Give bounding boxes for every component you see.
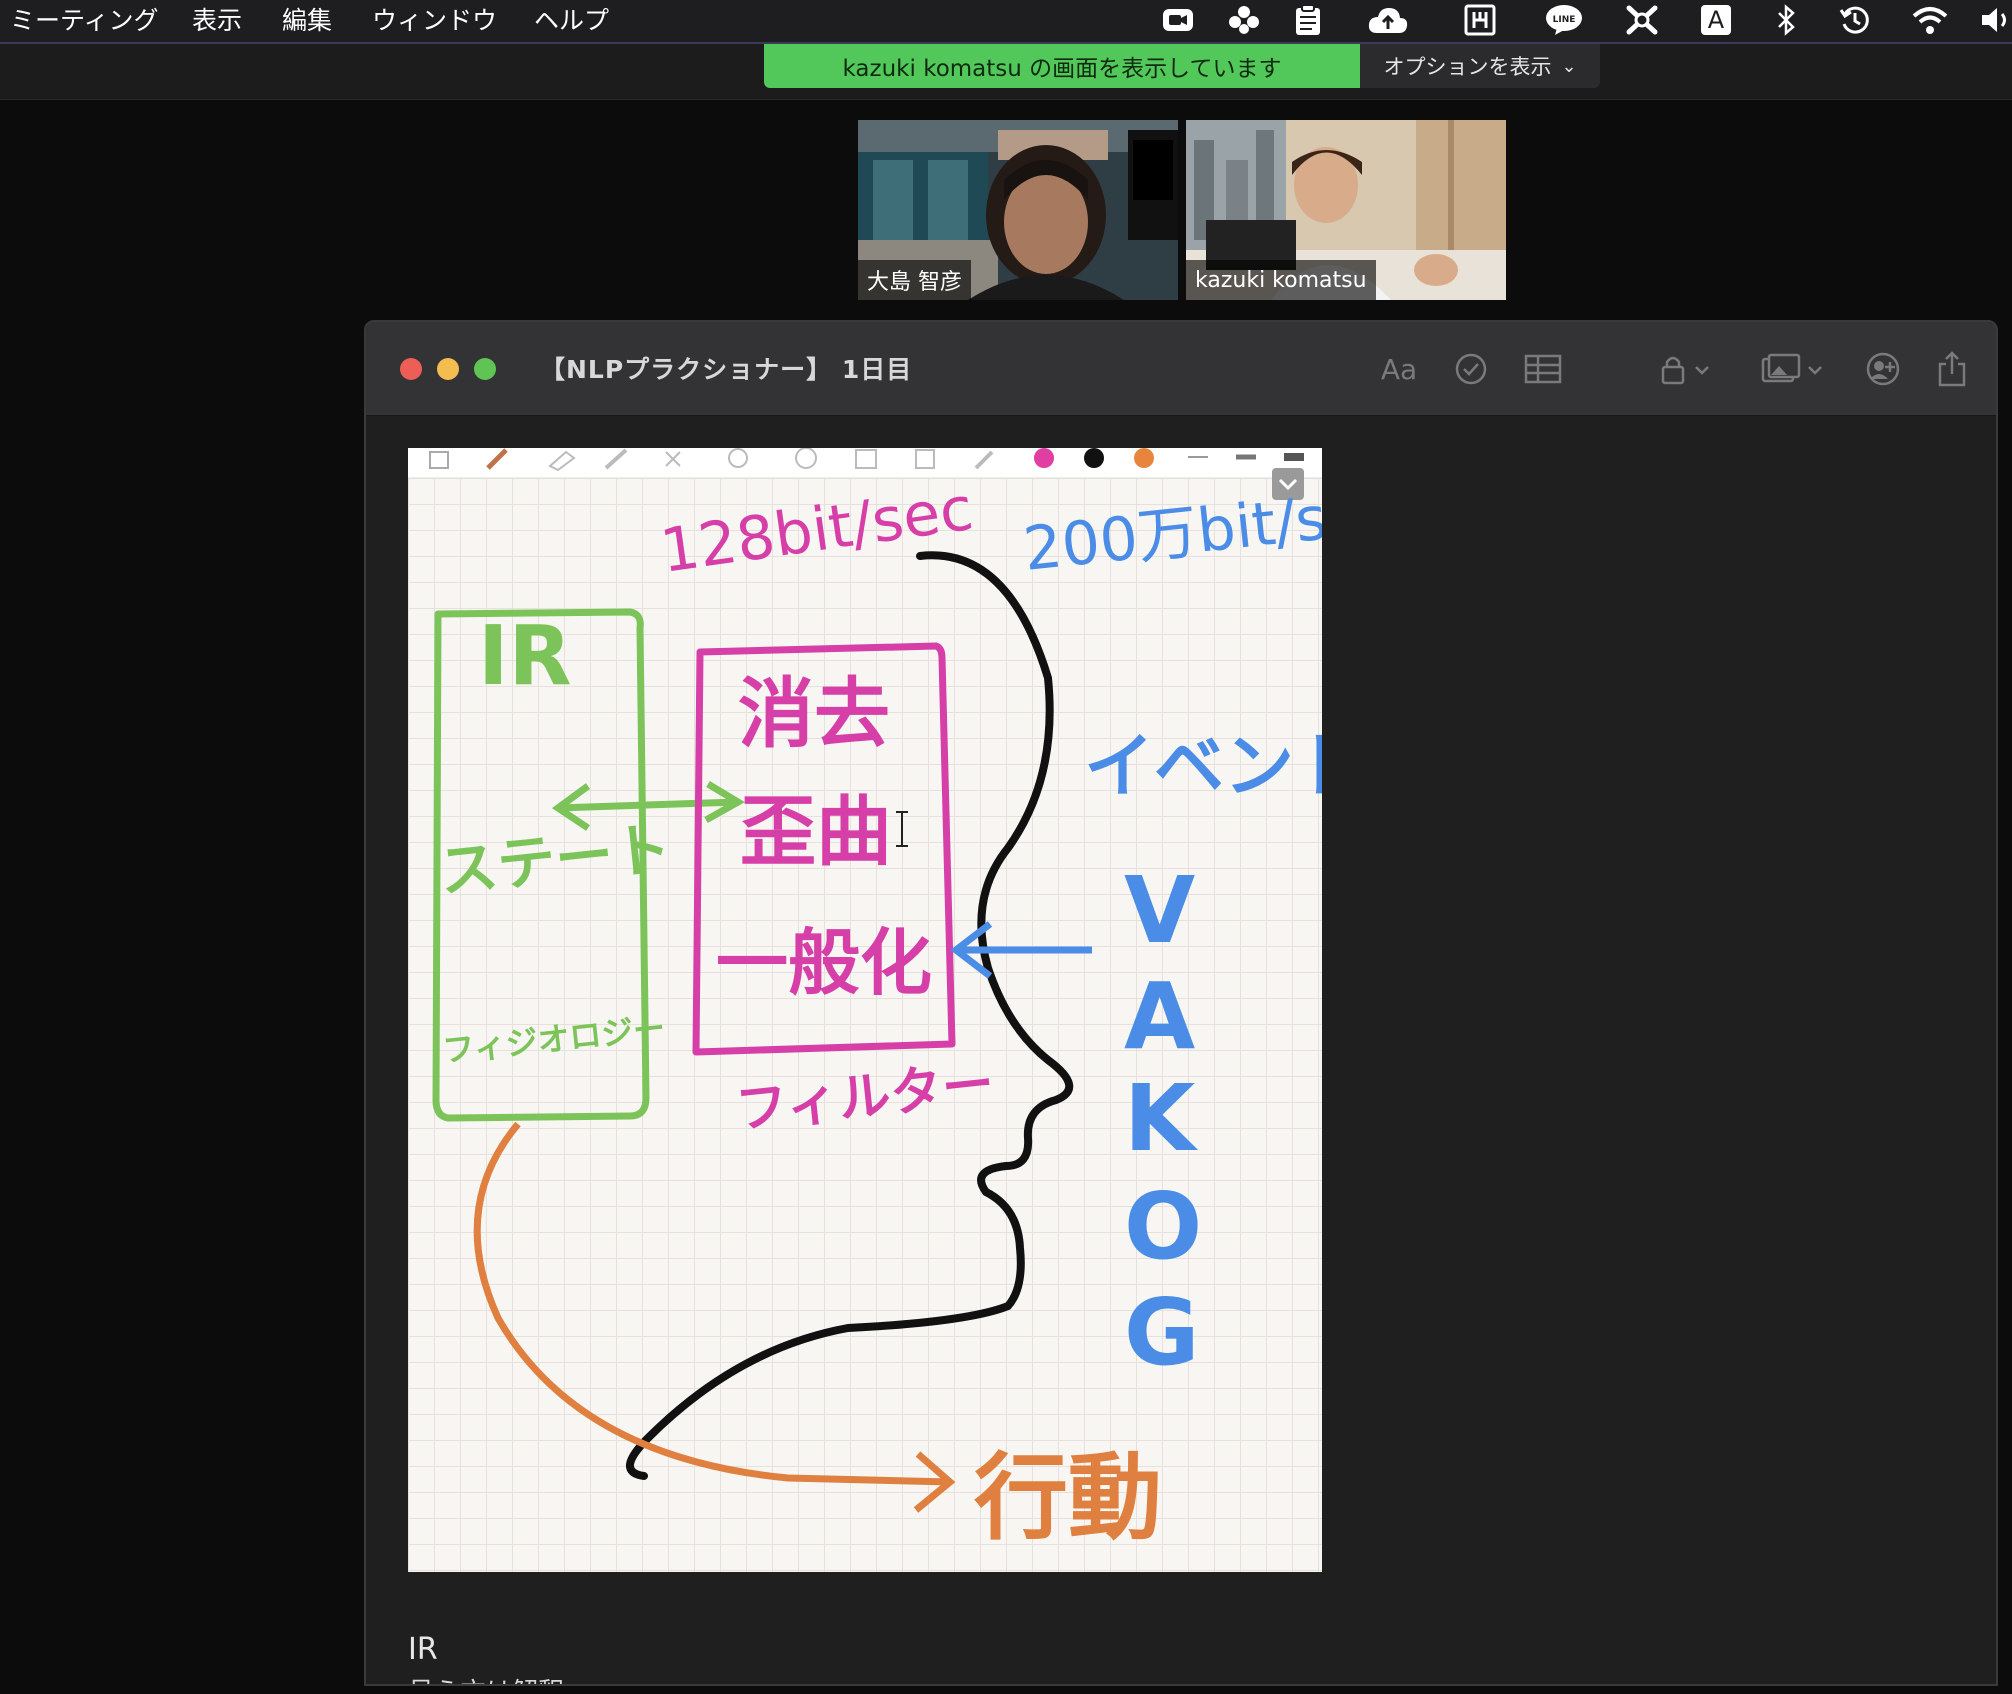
volume-icon[interactable] [1980,4,2010,36]
time-machine-icon[interactable] [1838,4,1872,36]
checklist-button[interactable] [1448,346,1494,392]
lock-icon [1661,356,1709,385]
note-body-heading[interactable]: IR [408,1632,438,1667]
share-banner: kazuki komatsu の画面を表示しています オプションを表示 ⌄ [0,44,2012,100]
label-distort: 歪曲 [740,787,892,876]
menu-bar: ミーティング 表示 編集 ウィンドウ ヘルプ LINE A [0,0,2012,44]
label-ir: IR [478,609,572,704]
collaborate-icon [1866,352,1900,386]
clipboard-icon[interactable] [1292,4,1324,36]
participant-name: 大島 智彦 [858,260,971,300]
media-icon [1761,353,1822,383]
zoom-button[interactable] [474,358,496,380]
label-behavior: 行動 [974,1444,1162,1553]
view-options-label: オプションを表示 [1383,55,1552,79]
label-event: イベント [1084,725,1322,807]
menu-window[interactable]: ウィンドウ [372,0,497,38]
cloud-upload-icon[interactable] [1366,4,1410,36]
label-delete: 消去 [738,669,890,758]
label-generalize: 一般化 [716,921,932,1005]
share-button[interactable] [1932,346,1972,392]
participant-name: kazuki komatsu [1186,260,1376,300]
label-filter: フィルター [733,1054,997,1141]
format-button[interactable]: Aa [1376,346,1422,392]
note-body-text[interactable]: 見え方は解釈 [408,1672,564,1684]
label-bits-in: 128bit/sec [656,474,977,587]
chevron-down-icon: ⌄ [1561,55,1577,77]
lock-button[interactable] [1656,346,1720,392]
zoom-camera-icon[interactable] [1160,4,1196,36]
vakog-letter: K [1124,1065,1199,1172]
h-box-icon[interactable] [1462,4,1498,36]
view-options-button[interactable]: オプションを表示 ⌄ [1360,44,1600,88]
collaborate-button[interactable] [1860,346,1906,392]
close-button[interactable] [400,358,422,380]
menu-meeting[interactable]: ミーティング [10,0,159,38]
table-icon [1524,354,1562,384]
label-state: ステート [436,814,674,906]
vakog-letter: O [1124,1173,1202,1280]
share-status-label: kazuki komatsu の画面を表示しています [764,44,1360,88]
cluster-icon[interactable] [1226,4,1262,36]
wifi-icon[interactable] [1910,4,1950,36]
menu-help[interactable]: ヘルプ [534,0,609,38]
minimize-button[interactable] [437,358,459,380]
line-icon[interactable]: LINE [1544,4,1584,36]
vakog-letter: V [1124,857,1195,964]
sketch-drawing: IR ステート フィジオロジー 消去 歪曲 一般化 フィルター 128bit/s… [432,474,1322,1553]
notes-window: 【NLPプラクショナー】 1日目 Aa IR ステート フィジオロジー 消去 歪… [364,320,1998,1686]
embedded-sketch-image[interactable]: IR ステート フィジオロジー 消去 歪曲 一般化 フィルター 128bit/s… [408,448,1322,1572]
vakog-letter: A [1124,963,1195,1070]
share-icon [1938,351,1966,387]
note-title: 【NLPプラクショナー】 1日目 [540,355,913,384]
media-button[interactable] [1758,346,1830,392]
participant-video-tile[interactable]: kazuki komatsu [1186,120,1506,300]
table-button[interactable] [1518,346,1568,392]
vakog-letters: V A K O G [1124,857,1202,1386]
checklist-icon [1455,353,1487,385]
tools-icon[interactable] [1624,4,1660,36]
menu-view[interactable]: 表示 [192,0,242,38]
menu-edit[interactable]: 編集 [282,0,332,38]
bluetooth-icon[interactable] [1772,4,1800,36]
window-titlebar: 【NLPプラクショナー】 1日目 Aa [366,322,1996,416]
format-icon: Aa [1380,352,1418,386]
label-physiology: フィジオロジー [441,1009,667,1070]
participant-video-tile[interactable]: 大島 智彦 [858,120,1178,300]
input-source-a-icon[interactable]: A [1700,4,1732,36]
text-cursor-icon [896,811,908,847]
line-label: LINE [1553,15,1576,25]
vakog-letter: G [1124,1279,1200,1386]
label-bits-world: 200万bit/sec [1020,476,1322,585]
